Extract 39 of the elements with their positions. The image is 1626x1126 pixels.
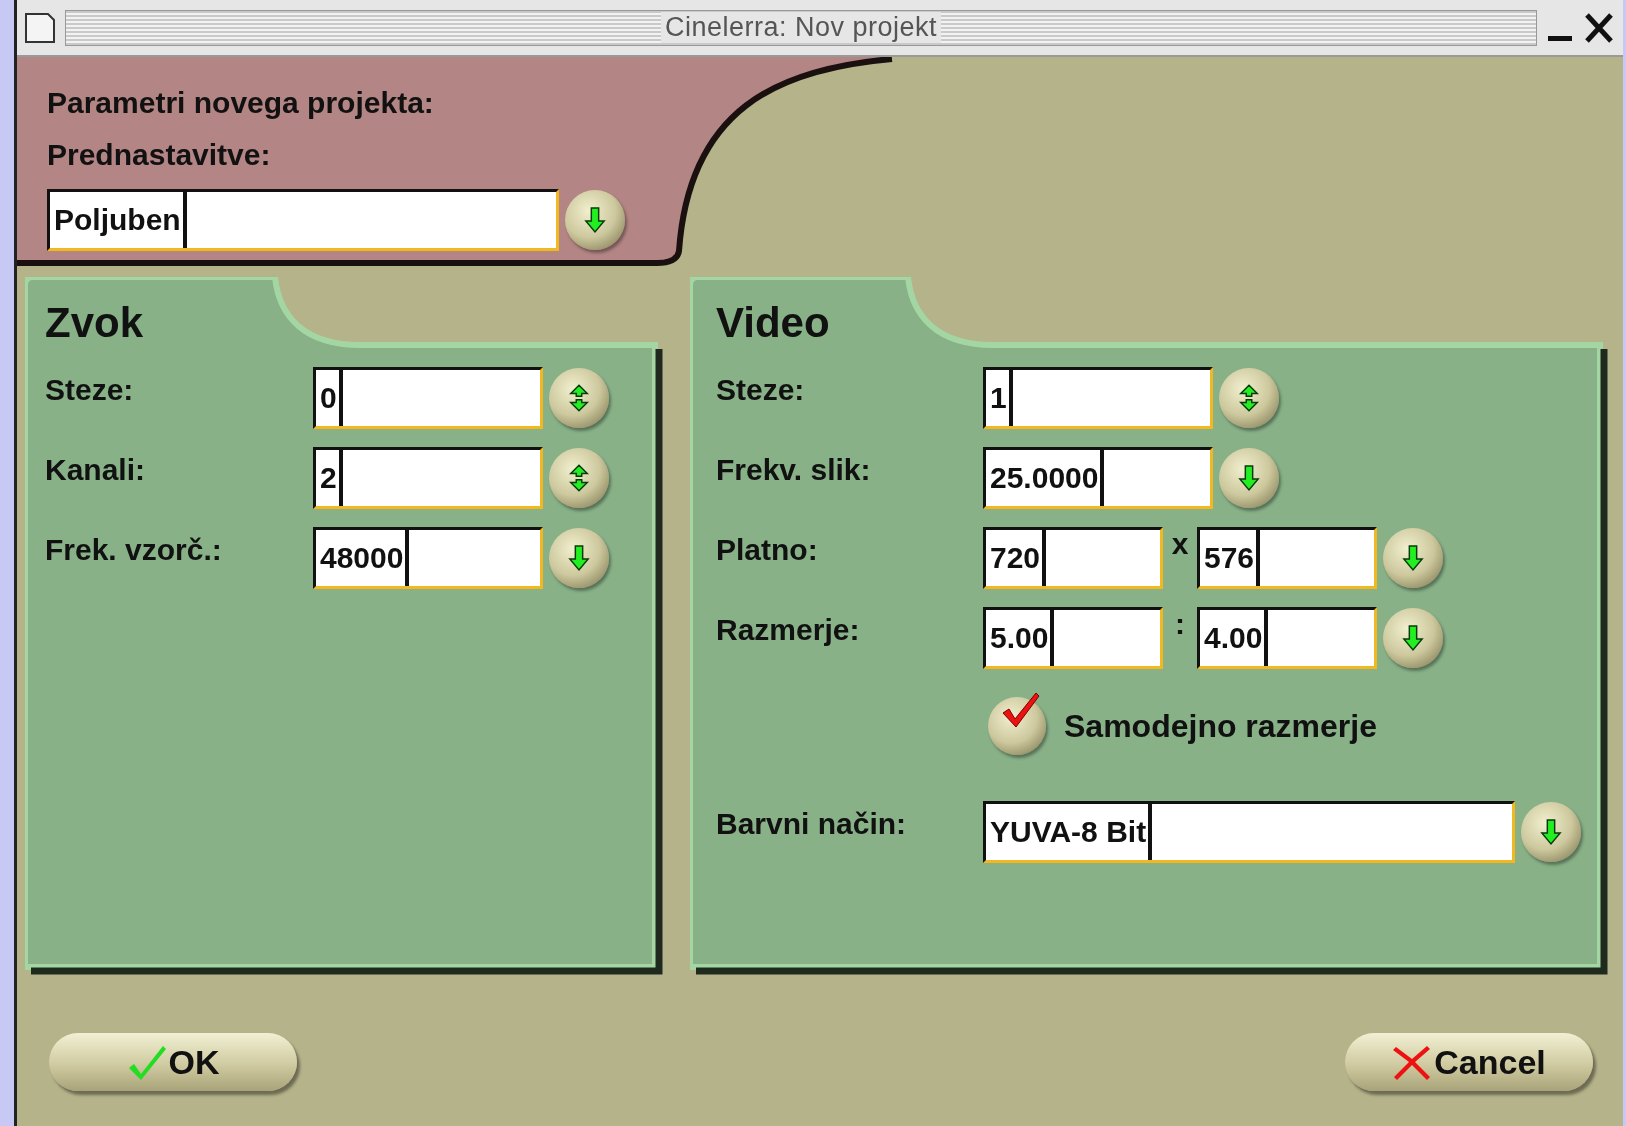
down-arrow-icon — [1540, 818, 1562, 846]
up-down-arrows-icon — [1238, 384, 1260, 412]
input-field[interactable]: 720 — [983, 527, 1163, 589]
down-arrow-icon — [1238, 464, 1260, 492]
checkbox-label: Samodejno razmerje — [1064, 707, 1377, 745]
input-field[interactable]: 4.00 — [1197, 607, 1377, 669]
field-label: Steze: — [716, 372, 806, 407]
input-field[interactable]: 25.0000 — [983, 447, 1213, 509]
panel-title: Video — [716, 299, 831, 347]
ok-button[interactable]: OK — [49, 1033, 297, 1091]
input-field[interactable]: Poljuben — [47, 189, 559, 251]
down-arrow-icon — [1402, 624, 1424, 652]
up-down-arrows-icon — [568, 464, 590, 492]
input-field[interactable]: 0 — [313, 367, 543, 429]
field-label: Prednastavitve: — [47, 137, 272, 173]
field-label: Steze: — [45, 372, 135, 407]
up-down-arrows-icon — [568, 384, 590, 412]
input-field[interactable]: 576 — [1197, 527, 1377, 589]
input-field[interactable]: 2 — [313, 447, 543, 509]
field-label: Frek. vzorč.: — [45, 532, 223, 567]
input-field[interactable]: YUVA-8 Bit — [983, 801, 1515, 863]
input-field[interactable]: 1 — [983, 367, 1213, 429]
down-arrow-icon — [584, 206, 606, 234]
down-arrow-icon — [568, 544, 590, 572]
cancel-button[interactable]: Cancel — [1345, 1033, 1593, 1091]
window-title: Cinelerra: Nov projekt — [660, 12, 942, 43]
separator-text: : — [1174, 607, 1186, 641]
section-heading: Parametri novega projekta: — [47, 85, 435, 121]
input-field[interactable]: 5.00 — [983, 607, 1163, 669]
input-field[interactable]: 48000 — [313, 527, 543, 589]
field-label: Frekv. slik: — [716, 452, 872, 487]
field-label: Razmerje: — [716, 612, 861, 647]
field-label: Barvni način: — [716, 806, 908, 841]
window-menu-icon[interactable] — [23, 10, 57, 45]
panel-title: Zvok — [45, 299, 145, 347]
field-label: Platno: — [716, 532, 819, 567]
field-label: Kanali: — [45, 452, 147, 487]
separator-text: x — [1170, 527, 1190, 561]
down-arrow-icon — [1402, 544, 1424, 572]
